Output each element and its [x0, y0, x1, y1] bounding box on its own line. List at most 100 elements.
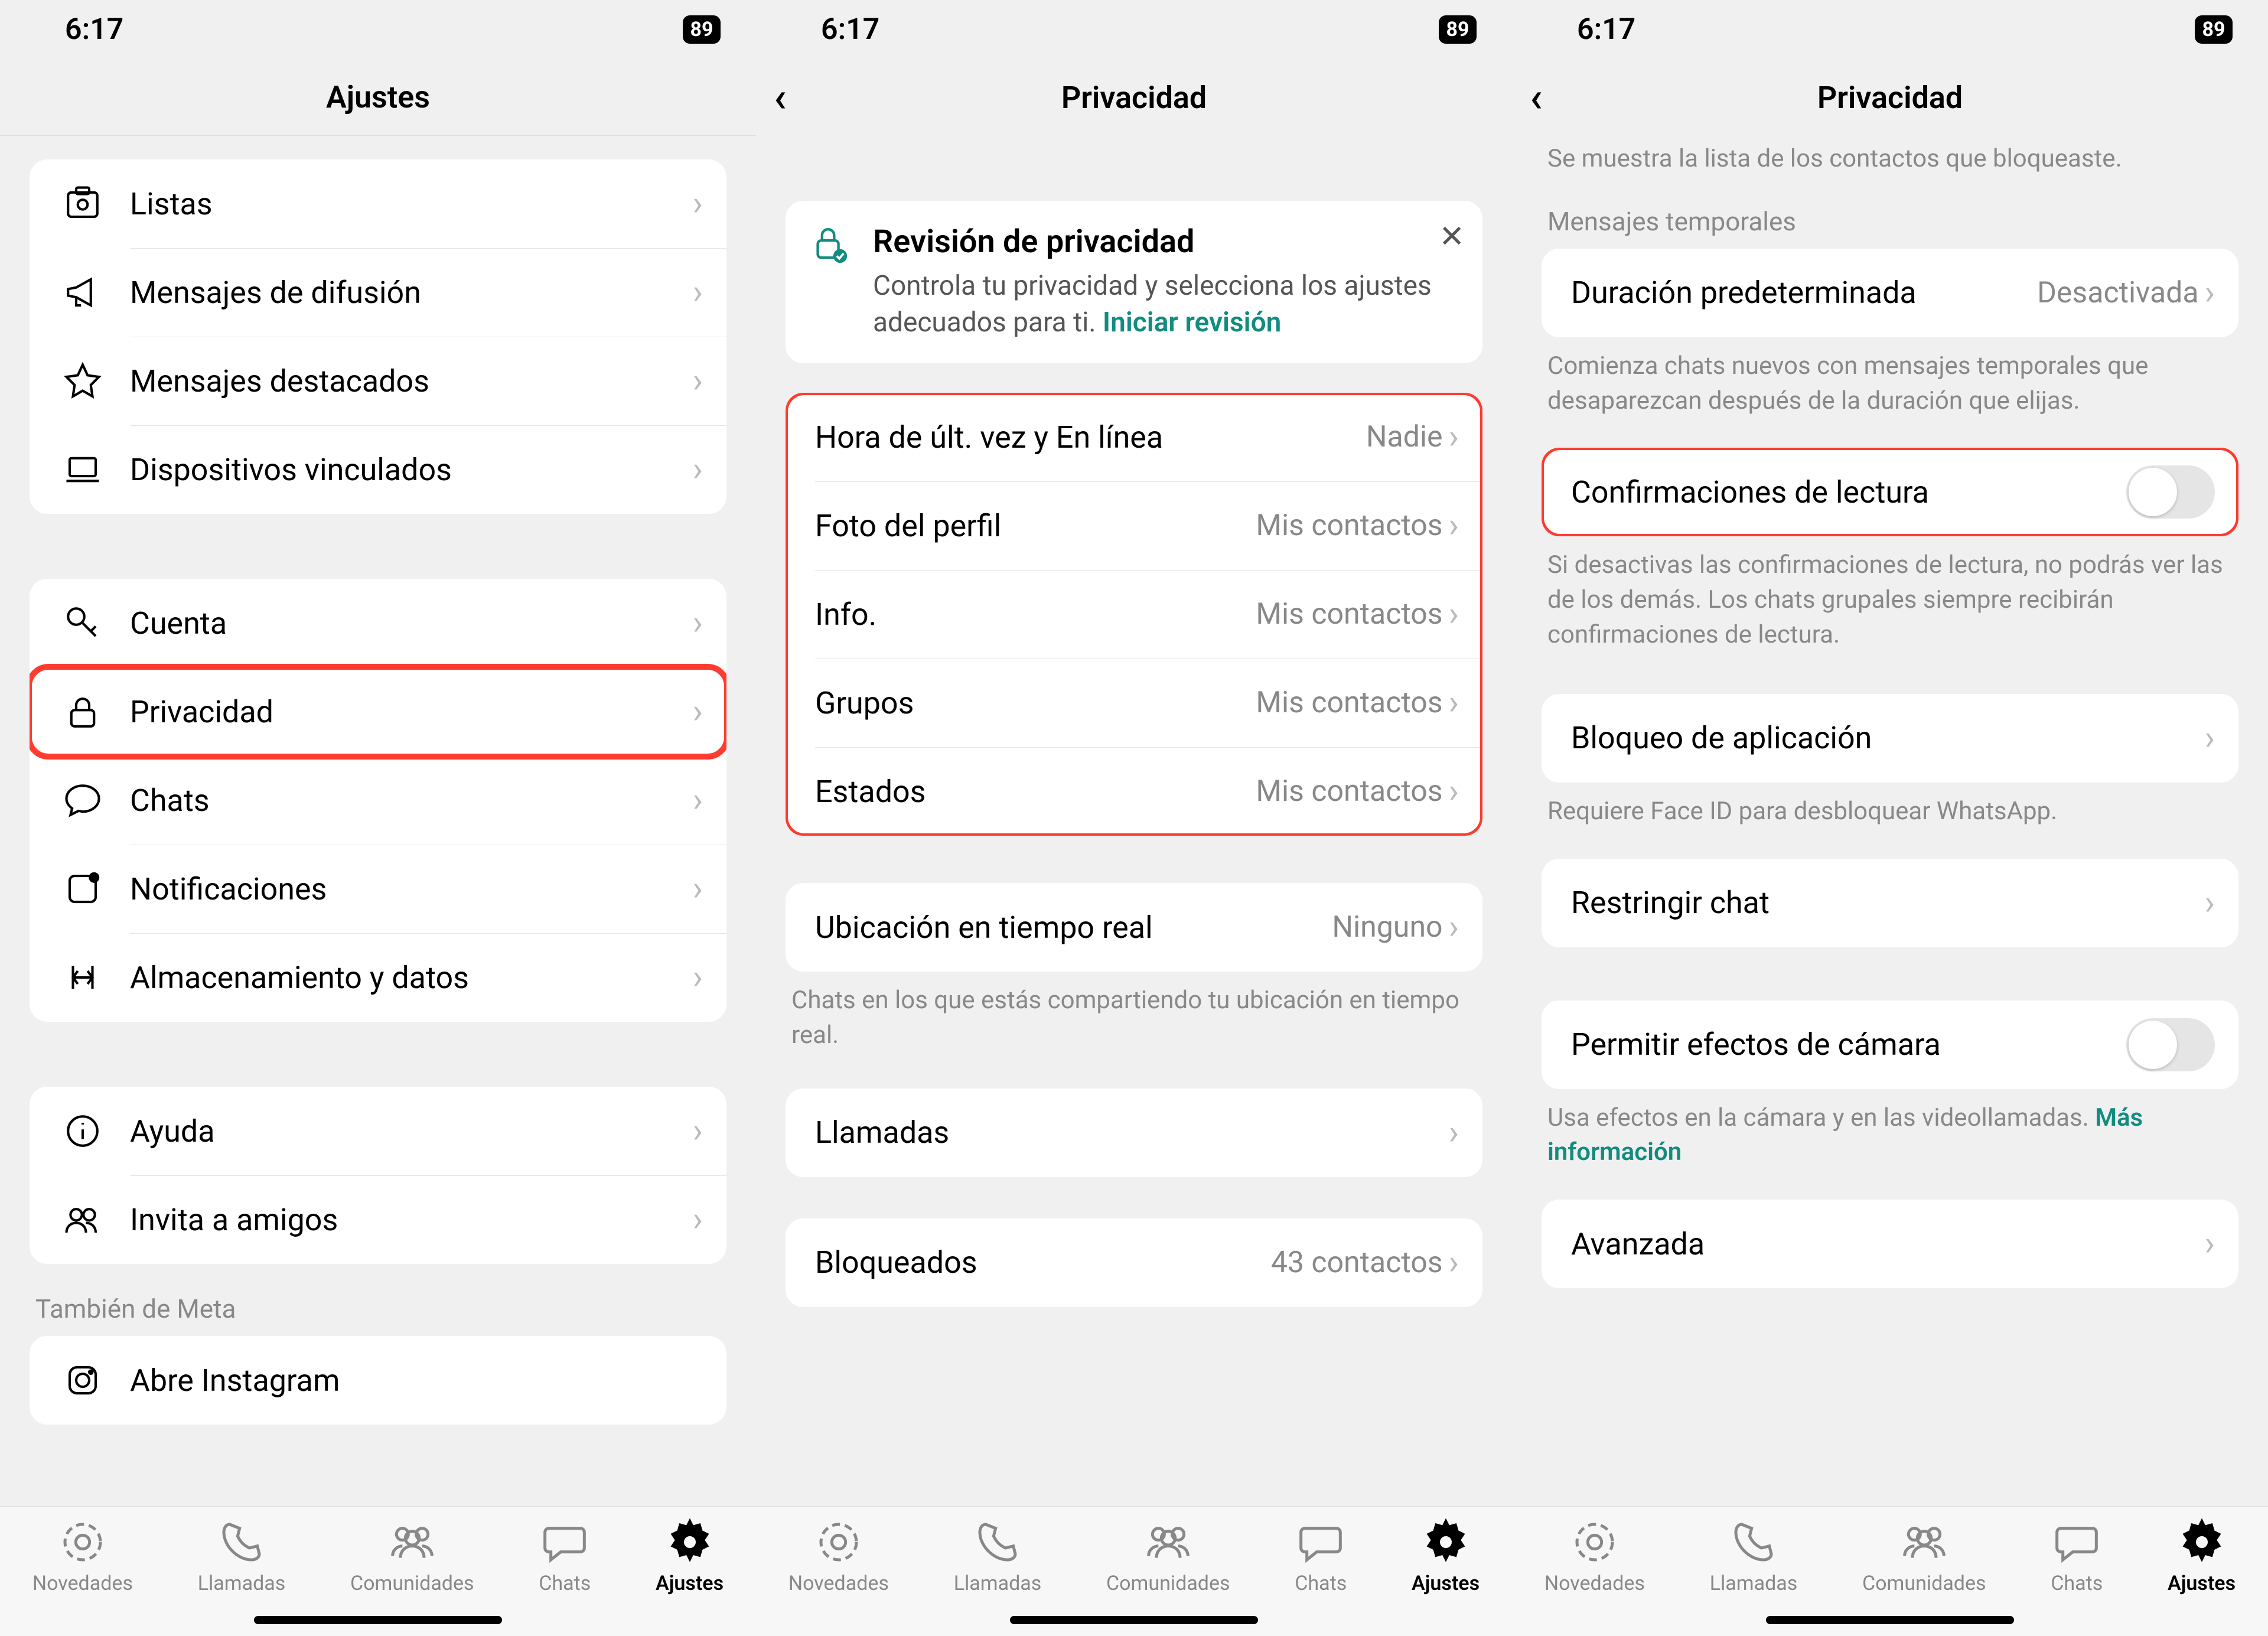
row-ultvez[interactable]: Hora de últ. vez y En línea Nadie › [786, 393, 1482, 481]
row-label: Dispositivos vinculados [130, 452, 693, 488]
row-chats[interactable]: Chats › [30, 756, 726, 845]
camera-footer: Usa efectos en la cámara y en las videol… [1547, 1101, 2233, 1171]
row-duracion[interactable]: Duración predeterminada Desactivada › [1542, 249, 2238, 337]
chevron-right-icon: › [693, 692, 703, 732]
home-indicator[interactable] [254, 1616, 502, 1624]
chevron-right-icon: › [1449, 506, 1459, 546]
row-applock[interactable]: Bloqueo de aplicación › [1542, 694, 2238, 783]
chevron-right-icon: › [693, 603, 703, 643]
privacy-check-card[interactable]: Revisión de privacidad Controla tu priva… [786, 201, 1482, 363]
card-link[interactable]: Iniciar revisión [1103, 307, 1281, 338]
row-destacados[interactable]: Mensajes destacados › [30, 337, 726, 425]
row-restrict[interactable]: Restringir chat › [1542, 859, 2238, 947]
row-label: Estados [815, 774, 1256, 810]
row-camera[interactable]: Permitir efectos de cámara [1542, 1000, 2238, 1089]
row-label: Notificaciones [130, 871, 693, 907]
tab-chats[interactable]: Chats [2051, 1518, 2103, 1595]
row-estados[interactable]: Estados Mis contactos › [786, 747, 1482, 836]
tab-chats[interactable]: Chats [1295, 1518, 1347, 1595]
chat-icon [59, 781, 106, 820]
close-icon[interactable]: ✕ [1439, 219, 1465, 255]
tab-ajustes[interactable]: Ajustes [656, 1518, 724, 1595]
readreceipts-footer: Si desactivas las confirmaciones de lect… [1547, 548, 2233, 652]
tab-ajustes[interactable]: Ajustes [1412, 1518, 1480, 1595]
group-blocked: Bloqueados 43 contactos › [786, 1218, 1482, 1307]
row-label: Restringir chat [1571, 885, 2205, 921]
row-label: Hora de últ. vez y En línea [815, 419, 1366, 455]
row-llamadas[interactable]: Llamadas › [786, 1089, 1482, 1177]
row-value: 43 contactos [1271, 1246, 1443, 1280]
chevron-right-icon: › [1449, 417, 1459, 457]
chevron-right-icon: › [1449, 907, 1459, 947]
tab-label: Comunidades [1106, 1572, 1230, 1595]
row-label: Duración predeterminada [1571, 275, 2037, 311]
read-receipts-toggle[interactable] [2126, 465, 2215, 519]
row-label: Confirmaciones de lectura [1571, 474, 2126, 510]
row-grupos[interactable]: Grupos Mis contactos › [786, 659, 1482, 747]
row-listas[interactable]: Listas › [30, 159, 726, 248]
tab-novedades[interactable]: Novedades [788, 1518, 889, 1595]
row-privacidad[interactable]: Privacidad › [30, 667, 726, 756]
row-foto[interactable]: Foto del perfil Mis contactos › [786, 481, 1482, 570]
row-difusion[interactable]: Mensajes de difusión › [30, 248, 726, 337]
page-title: Ajustes [326, 79, 430, 115]
row-label: Llamadas [815, 1114, 1449, 1151]
tab-novedades[interactable]: Novedades [1544, 1518, 1645, 1595]
tab-llamadas[interactable]: Llamadas [198, 1518, 286, 1595]
status-right: 89 [662, 12, 721, 47]
card-body: Controla tu privacidad y selecciona los … [873, 268, 1459, 341]
back-button[interactable]: ‹ [774, 77, 787, 118]
content[interactable]: Revisión de privacidad Controla tu priva… [756, 136, 1512, 1506]
row-label: Bloqueados [815, 1244, 1271, 1280]
back-button[interactable]: ‹ [1530, 77, 1543, 118]
tab-llamadas[interactable]: Llamadas [954, 1518, 1042, 1595]
status-right: 89 [2174, 12, 2233, 47]
tab-label: Novedades [788, 1572, 889, 1595]
chevron-right-icon: › [1449, 683, 1459, 723]
group-restrict: Restringir chat › [1542, 859, 2238, 947]
screen-ajustes: 6:17 89 Ajustes Listas › Mensajes de dif… [0, 0, 756, 1636]
row-instagram[interactable]: Abre Instagram [30, 1336, 726, 1425]
storage-icon [59, 958, 106, 997]
row-bloqueados[interactable]: Bloqueados 43 contactos › [786, 1218, 1482, 1307]
instagram-icon [59, 1361, 106, 1400]
tab-novedades[interactable]: Novedades [32, 1518, 133, 1595]
camera-toggle[interactable] [2126, 1018, 2215, 1071]
row-label: Avanzada [1571, 1226, 2205, 1262]
star-icon [59, 361, 106, 400]
row-almacenamiento[interactable]: Almacenamiento y datos › [30, 933, 726, 1022]
duracion-footer: Comienza chats nuevos con mensajes tempo… [1547, 349, 2233, 419]
chevron-right-icon: › [693, 1200, 703, 1240]
nav-bar: ‹ Privacidad [1512, 59, 2268, 136]
toggle-knob [2129, 1021, 2177, 1069]
row-ubicacion[interactable]: Ubicación en tiempo real Ninguno › [786, 883, 1482, 972]
row-read-receipts[interactable]: Confirmaciones de lectura [1542, 448, 2238, 536]
page-title: Privacidad [1817, 80, 1963, 116]
content[interactable]: Listas › Mensajes de difusión › Mensajes… [0, 136, 756, 1506]
home-indicator[interactable] [1010, 1616, 1258, 1624]
tab-chats[interactable]: Chats [539, 1518, 591, 1595]
applock-footer: Requiere Face ID para desbloquear WhatsA… [1547, 794, 2233, 829]
row-ayuda[interactable]: Ayuda › [30, 1087, 726, 1175]
group-visibility: Hora de últ. vez y En línea Nadie › Foto… [786, 393, 1482, 836]
content[interactable]: Se muestra la lista de los contactos que… [1512, 136, 2268, 1506]
row-label: Cuenta [130, 605, 693, 641]
tab-label: Llamadas [198, 1572, 286, 1595]
row-invita[interactable]: Invita a amigos › [30, 1175, 726, 1264]
tab-comunidades[interactable]: Comunidades [1106, 1518, 1230, 1595]
tab-llamadas[interactable]: Llamadas [1710, 1518, 1798, 1595]
tab-comunidades[interactable]: Comunidades [1862, 1518, 1986, 1595]
row-notificaciones[interactable]: Notificaciones › [30, 845, 726, 933]
group-lists: Listas › Mensajes de difusión › Mensajes… [30, 159, 726, 514]
tab-label: Novedades [32, 1572, 133, 1595]
home-indicator[interactable] [1766, 1616, 2014, 1624]
chevron-right-icon: › [693, 1111, 703, 1151]
tab-comunidades[interactable]: Comunidades [350, 1518, 474, 1595]
group-duration: Duración predeterminada Desactivada › [1542, 249, 2238, 337]
tab-ajustes[interactable]: Ajustes [2168, 1518, 2236, 1595]
row-cuenta[interactable]: Cuenta › [30, 579, 726, 667]
row-avanzada[interactable]: Avanzada › [1542, 1200, 2238, 1288]
row-dispositivos[interactable]: Dispositivos vinculados › [30, 425, 726, 514]
status-bar: 6:17 89 [0, 0, 756, 59]
row-info[interactable]: Info. Mis contactos › [786, 570, 1482, 659]
